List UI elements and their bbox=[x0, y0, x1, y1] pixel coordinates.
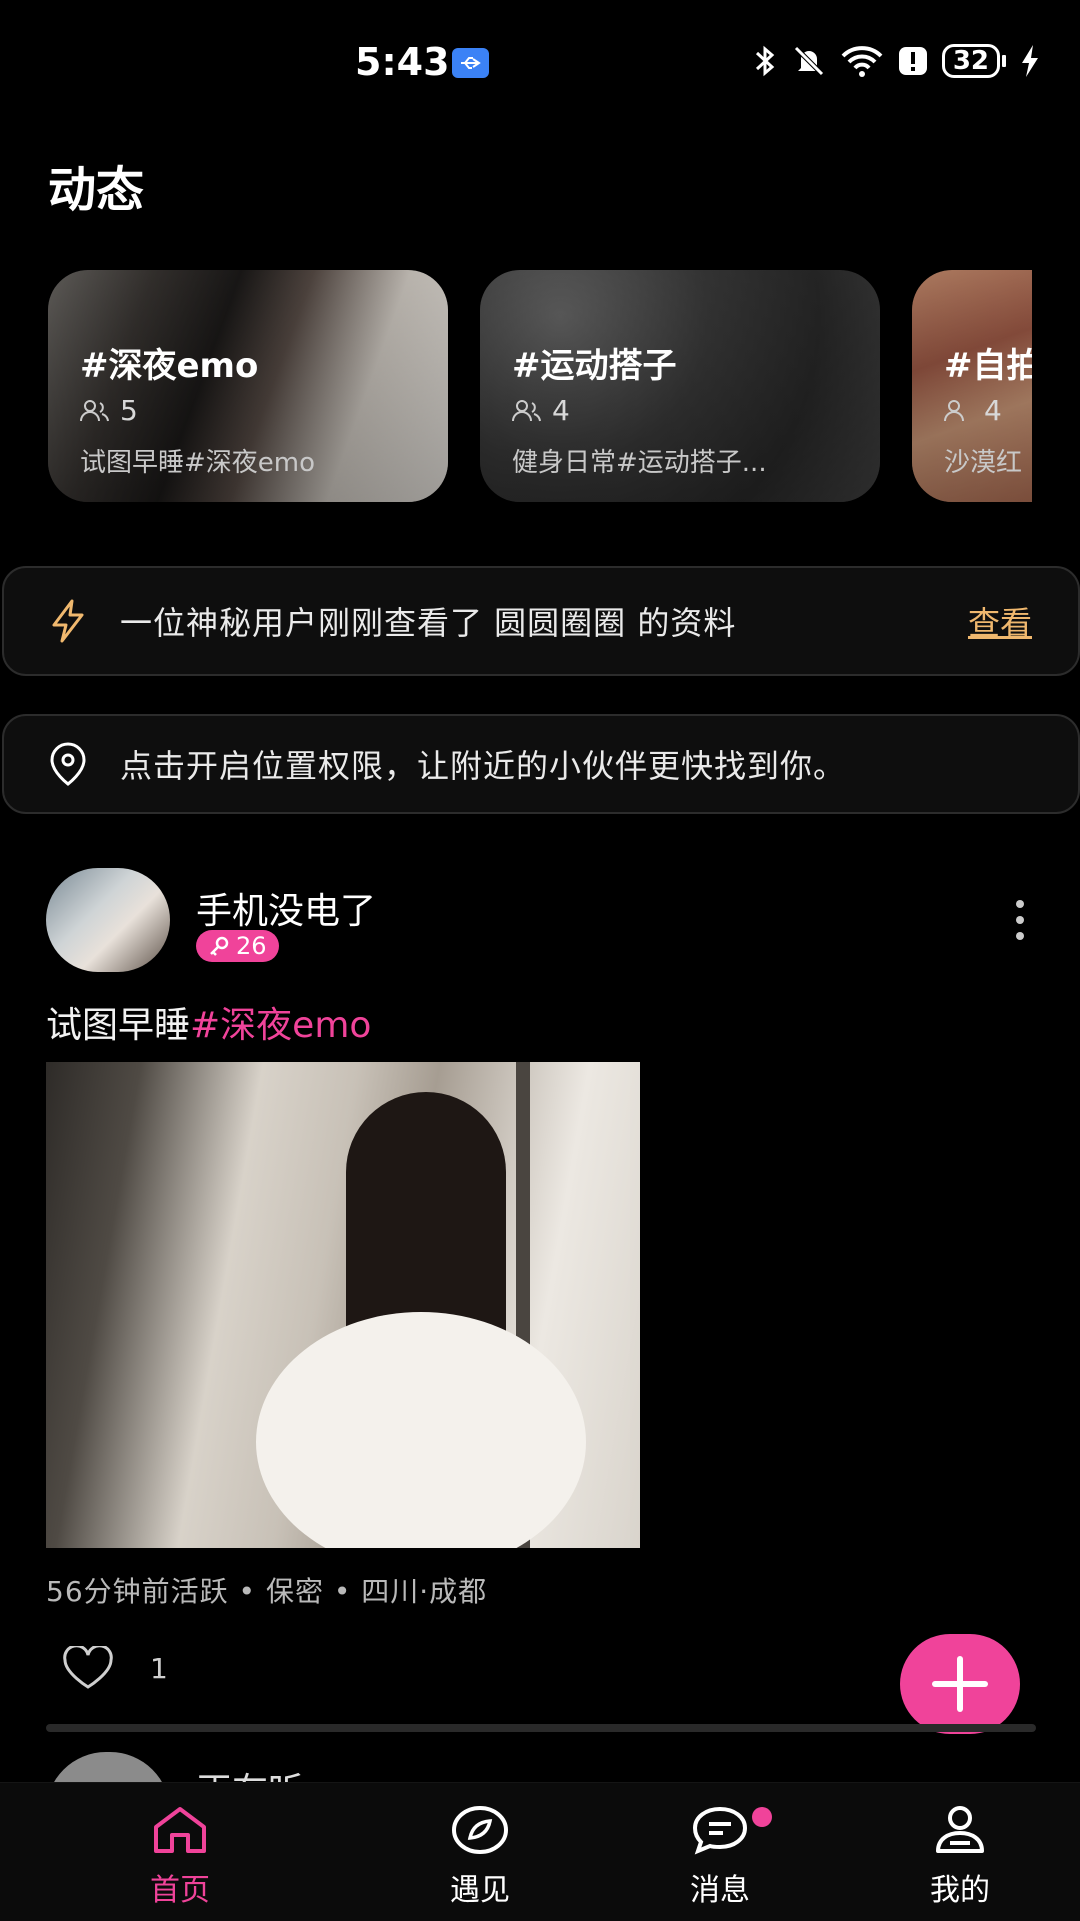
post-username[interactable]: 手机没电了 bbox=[196, 882, 376, 934]
topic-member-count: 5 bbox=[120, 394, 138, 427]
location-permission-banner[interactable]: 点击开启位置权限，让附近的小伙伴更快找到你。 bbox=[2, 714, 1080, 814]
battery-level: 32 bbox=[941, 44, 1000, 78]
topic-card[interactable]: #运动搭子 4 健身日常#运动搭子... bbox=[480, 270, 880, 502]
location-pin-icon bbox=[50, 742, 86, 786]
wifi-icon bbox=[841, 46, 883, 77]
badge-value: 26 bbox=[236, 932, 267, 960]
topic-card[interactable]: #深夜emo 5 试图早睡#深夜emo bbox=[48, 270, 448, 502]
topic-card-desc: 沙漠红 bbox=[944, 448, 1023, 478]
nav-label: 遇见 bbox=[450, 1873, 510, 1908]
bluetooth-icon bbox=[755, 45, 775, 77]
topic-card-desc: 健身日常#运动搭子... bbox=[512, 448, 767, 478]
charging-icon bbox=[1022, 45, 1038, 77]
post-text: 试图早睡#深夜emo bbox=[46, 996, 371, 1048]
create-post-button[interactable] bbox=[900, 1634, 1020, 1734]
like-count: 1 bbox=[150, 1651, 168, 1685]
avatar[interactable] bbox=[46, 868, 170, 972]
topic-member-count: 4 bbox=[984, 394, 1002, 427]
nav-label: 首页 bbox=[150, 1873, 210, 1908]
mute-bell-icon bbox=[794, 46, 824, 76]
topic-card-desc: 试图早睡#深夜emo bbox=[80, 448, 316, 478]
unread-dot bbox=[752, 1807, 772, 1827]
like-button[interactable]: 1 bbox=[62, 1646, 168, 1690]
location-permission-text: 点击开启位置权限，让附近的小伙伴更快找到你。 bbox=[120, 747, 847, 785]
topic-card-count: 5 bbox=[80, 394, 138, 427]
visitor-notice-text: 一位神秘用户刚刚查看了 圆圆圈圈 的资料 bbox=[120, 604, 737, 642]
post-text-body: 试图早睡 bbox=[46, 1005, 191, 1046]
lightning-icon bbox=[52, 599, 84, 643]
topic-card-title: #自拍 bbox=[944, 346, 1032, 386]
nav-discover[interactable]: 遇见 bbox=[400, 1805, 560, 1909]
user-icon bbox=[936, 1806, 984, 1853]
user-badge: 26 bbox=[196, 930, 279, 962]
topic-card-carousel[interactable]: #深夜emo 5 试图早睡#深夜emo #运动搭子 4 健身日常#运动搭子...… bbox=[48, 270, 1032, 502]
view-profile-link[interactable]: 查看 bbox=[968, 598, 1032, 644]
topic-card-count: 4 bbox=[512, 394, 570, 427]
status-bar: 5:43 32 bbox=[0, 0, 1080, 120]
more-options-icon[interactable] bbox=[1010, 898, 1030, 942]
people-icon bbox=[512, 399, 541, 421]
key-icon bbox=[210, 936, 229, 956]
topic-card-title: #运动搭子 bbox=[512, 346, 677, 386]
status-time: 5:43 bbox=[355, 40, 450, 84]
compass-icon bbox=[452, 1806, 508, 1854]
visitor-notice[interactable]: 一位神秘用户刚刚查看了 圆圆圈圈 的资料 查看 bbox=[2, 566, 1080, 676]
heart-icon bbox=[63, 1646, 113, 1689]
chat-icon bbox=[692, 1806, 748, 1855]
post-image[interactable] bbox=[46, 1062, 640, 1548]
usb-icon bbox=[452, 48, 489, 78]
nav-messages[interactable]: 消息 bbox=[640, 1805, 800, 1909]
post-divider bbox=[46, 1724, 1036, 1732]
people-icon bbox=[80, 399, 109, 421]
bottom-nav: 首页 遇见 消息 我的 bbox=[0, 1782, 1080, 1921]
topic-member-count: 4 bbox=[552, 394, 570, 427]
nav-label: 我的 bbox=[930, 1873, 990, 1908]
page-title: 动态 bbox=[48, 162, 145, 218]
topic-card-title: #深夜emo bbox=[80, 346, 259, 386]
alert-icon bbox=[898, 47, 927, 75]
topic-card-count: 4 bbox=[944, 394, 1002, 427]
nav-label: 消息 bbox=[690, 1873, 750, 1908]
topic-card[interactable]: #自拍 4 沙漠红 bbox=[912, 270, 1032, 502]
nav-home[interactable]: 首页 bbox=[100, 1805, 260, 1909]
people-icon bbox=[944, 399, 964, 421]
post-meta: 56分钟前活跃 • 保密 • 四川·成都 bbox=[46, 1575, 488, 1608]
battery-indicator: 32 bbox=[941, 44, 1006, 78]
home-icon bbox=[154, 1807, 206, 1853]
nav-profile[interactable]: 我的 bbox=[880, 1805, 1040, 1909]
post-hashtag[interactable]: #深夜emo bbox=[190, 1005, 371, 1046]
